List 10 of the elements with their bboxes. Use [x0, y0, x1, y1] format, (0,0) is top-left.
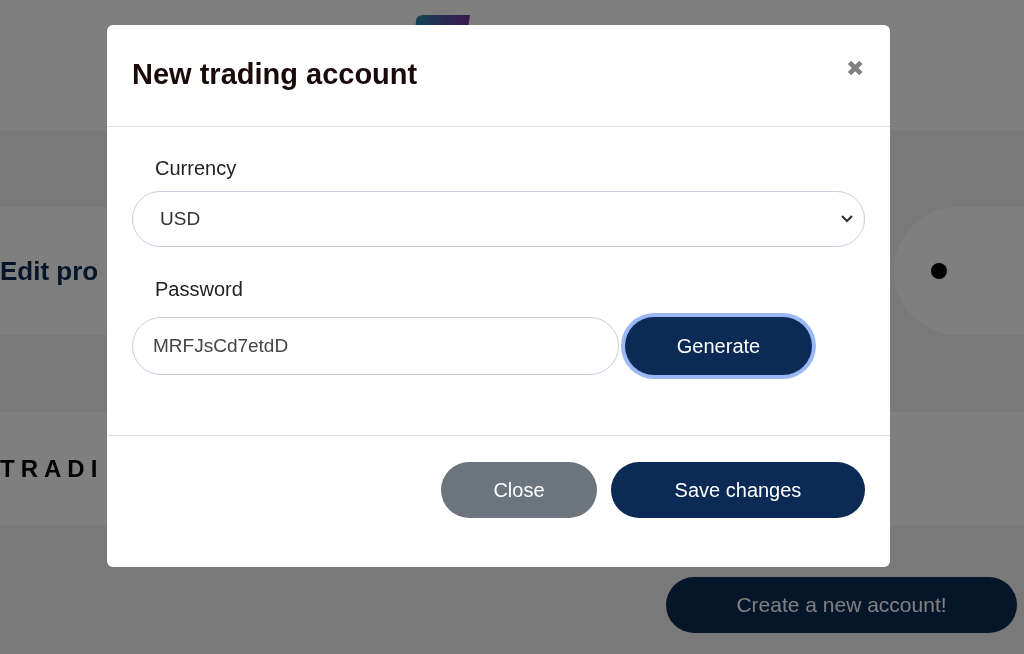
save-button[interactable]: Save changes — [611, 462, 865, 518]
dialog-title: New trading account — [132, 56, 418, 92]
brand-text: TRADI — [0, 454, 104, 484]
close-button[interactable]: Close — [441, 462, 597, 518]
password-label: Password — [155, 277, 243, 302]
edit-profile-link[interactable]: Edit pro — [0, 251, 99, 291]
chevron-down-icon — [840, 214, 854, 224]
password-field[interactable]: MRFJsCd7etdD — [132, 317, 619, 375]
currency-label: Currency — [155, 156, 237, 181]
create-account-button[interactable]: Create a new account! — [666, 577, 1017, 633]
